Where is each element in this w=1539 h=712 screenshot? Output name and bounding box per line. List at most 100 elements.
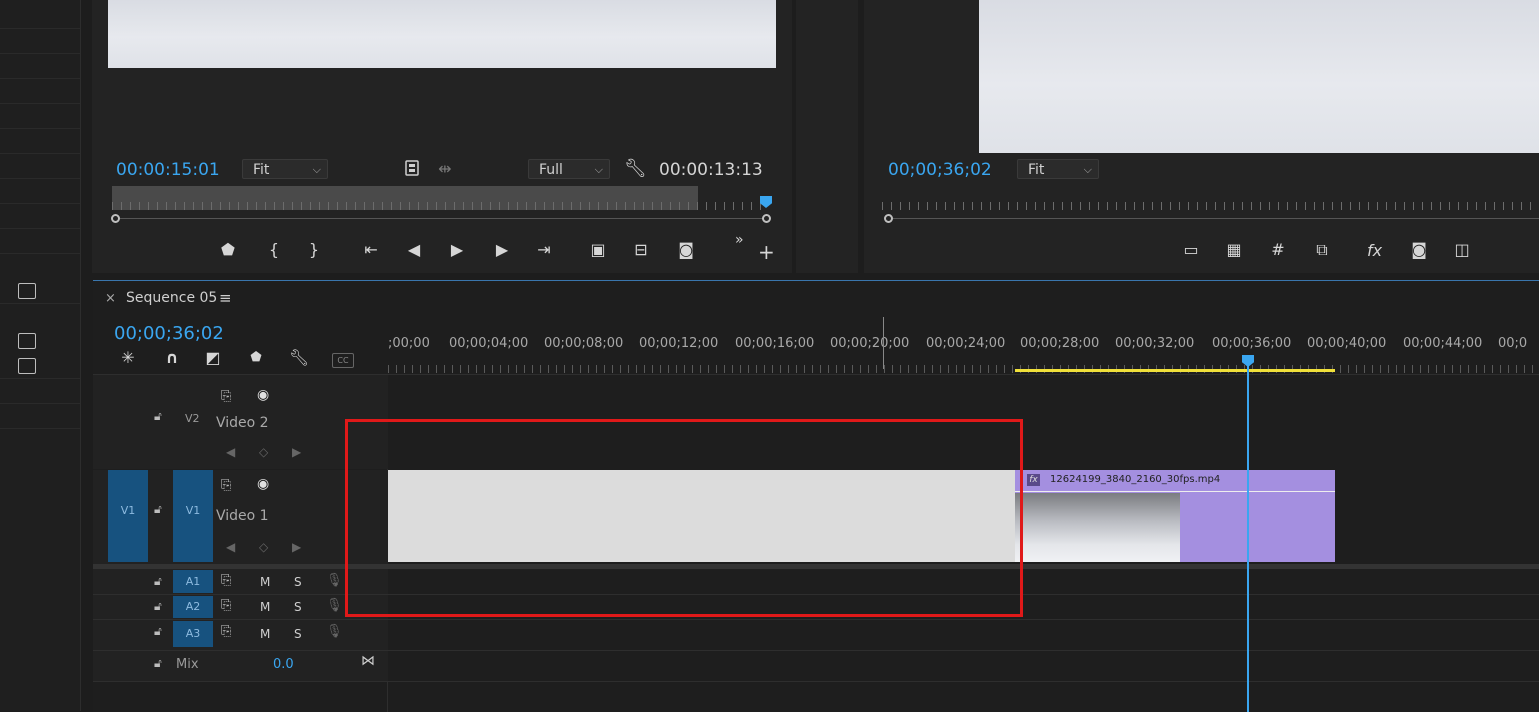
insert-icon[interactable]: ▣	[587, 241, 609, 259]
divider	[0, 253, 80, 254]
play-icon[interactable]: ▶︎	[446, 241, 468, 259]
step-back-icon[interactable]: ◀︎	[403, 241, 425, 259]
settings-arrows-icon[interactable]: ⇹	[434, 160, 456, 178]
sequence-icon[interactable]	[18, 283, 36, 299]
source-resolution-dropdown[interactable]: Full ⌵	[528, 159, 610, 179]
program-zoom-dropdown[interactable]: Fit ⌵	[1017, 159, 1099, 179]
track-target-a1[interactable]: A1	[173, 570, 213, 593]
clapper-icon[interactable]: ▦	[1223, 241, 1245, 259]
add-marker-icon[interactable]: ⬟	[217, 241, 239, 259]
fx-icon[interactable]: fx	[1367, 241, 1382, 260]
lock-icon[interactable]: 🔓︎	[154, 624, 162, 639]
zoom-handle-left[interactable]	[111, 214, 120, 223]
program-time-ruler[interactable]	[882, 196, 1539, 210]
nest-icon[interactable]: ✳︎	[117, 349, 139, 367]
mute-button[interactable]: M	[260, 627, 270, 641]
linked-selection-icon[interactable]: ◩	[202, 349, 224, 367]
track-target-a3[interactable]: A3	[173, 621, 213, 647]
mark-out-icon[interactable]: }	[303, 241, 325, 259]
track-target-v1[interactable]: V1	[173, 470, 213, 562]
toggle-sync-icon[interactable]: ⎘	[221, 598, 231, 613]
go-to-out-icon[interactable]: ⇥	[533, 241, 555, 259]
track-target-a2[interactable]: A2	[173, 596, 213, 618]
solo-button[interactable]: S	[294, 627, 302, 641]
source-patch-v1[interactable]: V1	[108, 470, 148, 562]
compare-icon[interactable]: ⧉	[1311, 241, 1333, 259]
source-zoom-dropdown[interactable]: Fit ⌵	[242, 159, 328, 179]
zoom-handle-right[interactable]	[762, 214, 771, 223]
track-id-v2: V2	[185, 412, 200, 425]
grid-icon[interactable]: #	[1267, 241, 1289, 259]
lock-icon[interactable]: 🔓︎	[154, 656, 162, 671]
mute-button[interactable]: M	[260, 600, 270, 614]
eye-icon[interactable]: ◉	[257, 387, 269, 403]
program-timecode-current[interactable]: 00;00;36;02	[888, 160, 992, 180]
snap-magnet-icon[interactable]: ∩	[161, 349, 183, 367]
ruler-tick-label: 00;00;08;00	[544, 336, 624, 351]
add-keyframe-icon[interactable]: ◇	[259, 540, 268, 554]
sequence-tab-title[interactable]: Sequence 05	[126, 290, 217, 306]
microphone-icon[interactable]: 🎙︎	[326, 573, 343, 588]
clip-header: fx 12624199_3840_2160_30fps.mp4	[1015, 470, 1335, 492]
add-button[interactable]: +	[758, 240, 775, 264]
solo-button[interactable]: S	[294, 575, 302, 589]
track-header-v2: 🔓︎ V2 ⎘ ◉ Video 2 ◀︎ ◇ ▶︎	[93, 375, 388, 469]
close-tab-button[interactable]: ×	[105, 291, 116, 306]
captions-button[interactable]: CC	[332, 353, 354, 368]
ruler-tick-label: 00;00;12;00	[639, 336, 719, 351]
solo-button[interactable]: S	[294, 600, 302, 614]
sequence-icon[interactable]	[18, 333, 36, 349]
divider	[0, 103, 80, 104]
overwrite-icon[interactable]: ⊟	[630, 241, 652, 259]
zoom-handle-left[interactable]	[884, 214, 893, 223]
chevron-down-icon: ⌵	[312, 163, 321, 176]
video-clip[interactable]: fx 12624199_3840_2160_30fps.mp4	[1015, 470, 1335, 562]
add-keyframe-icon[interactable]: ◇	[259, 445, 268, 459]
source-monitor: 00:00:15:01 Fit ⌵ ⇹ Full ⌵ 🔧︎ 00:00:13:1…	[92, 0, 792, 273]
panel-menu-icon[interactable]: ≡	[219, 289, 232, 307]
mute-button[interactable]: M	[260, 575, 270, 589]
next-keyframe-icon[interactable]: ▶︎	[292, 445, 301, 459]
mix-volume-value[interactable]: 0.0	[273, 657, 294, 672]
work-area-bar[interactable]	[1015, 369, 1335, 372]
eye-icon[interactable]: ◉	[257, 476, 269, 492]
safe-margins-icon[interactable]: ▭	[1180, 241, 1202, 259]
toggle-sync-icon[interactable]: ⎘	[221, 624, 231, 639]
source-zoom-bar[interactable]	[112, 218, 768, 219]
track-name-v1: Video 1	[216, 508, 269, 524]
ruler-tick-label: 00;00;32;00	[1115, 336, 1195, 351]
timeline-playhead-line[interactable]	[1247, 365, 1249, 712]
film-icon[interactable]	[401, 160, 423, 178]
overflow-chevron-icon[interactable]: »	[735, 232, 744, 248]
fx-badge: fx	[1027, 474, 1040, 486]
prev-keyframe-icon[interactable]: ◀︎	[226, 445, 235, 459]
camera-icon[interactable]: ◙	[1408, 241, 1430, 259]
source-time-ruler[interactable]	[112, 196, 767, 210]
toggle-sync-icon[interactable]: ⎘	[221, 478, 231, 493]
camera-icon[interactable]: ◙	[675, 241, 697, 259]
program-zoom-bar[interactable]	[886, 218, 1539, 219]
multicam-icon[interactable]: ◫	[1451, 241, 1473, 259]
prev-keyframe-icon[interactable]: ◀︎	[226, 540, 235, 554]
step-forward-icon[interactable]: ▶︎	[491, 241, 513, 259]
bowtie-icon[interactable]: ⋈	[361, 653, 375, 669]
microphone-icon[interactable]: 🎙︎	[326, 624, 343, 639]
next-keyframe-icon[interactable]: ▶︎	[292, 540, 301, 554]
mark-in-icon[interactable]: {	[263, 241, 285, 259]
timeline-timecode[interactable]: 00;00;36;02	[114, 323, 224, 344]
toggle-sync-icon[interactable]: ⎘	[221, 389, 231, 404]
microphone-icon[interactable]: 🎙︎	[326, 598, 343, 613]
wrench-icon[interactable]: 🔧︎	[288, 349, 310, 367]
lock-icon[interactable]: 🔓︎	[154, 502, 162, 517]
wrench-icon[interactable]: 🔧︎	[624, 160, 647, 178]
lock-icon[interactable]: 🔓︎	[154, 574, 162, 589]
toggle-sync-icon[interactable]: ⎘	[221, 573, 231, 588]
source-timecode-current[interactable]: 00:00:15:01	[116, 160, 220, 180]
add-marker-icon[interactable]: ⬟	[245, 349, 267, 367]
clip-volume-line	[1015, 491, 1335, 492]
lock-icon[interactable]: 🔓︎	[154, 599, 162, 614]
go-to-in-icon[interactable]: ⇤	[360, 241, 382, 259]
lock-icon[interactable]: 🔓︎	[154, 409, 162, 424]
sequence-icon[interactable]	[18, 358, 36, 374]
ruler-tick-label: 00;00;04;00	[449, 336, 529, 351]
